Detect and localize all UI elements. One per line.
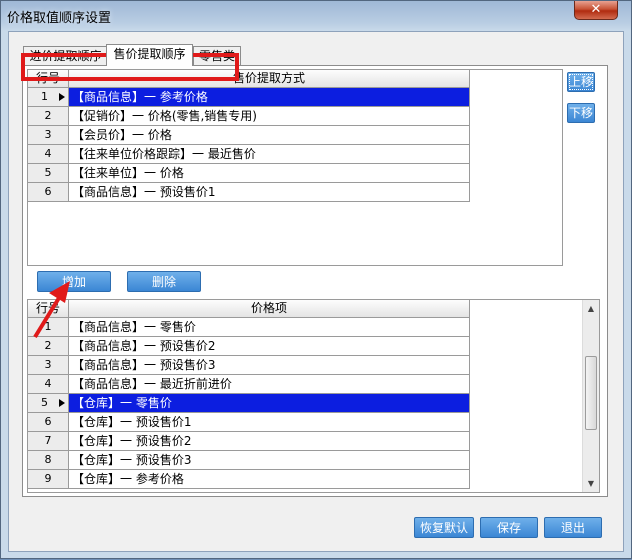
row-number: 1 [28, 318, 69, 337]
row-number: 3 [28, 126, 69, 145]
price-item-grid[interactable]: 行号 价格项 1 【商品信息】一 零售价 2 【商品信息】一 预设售价2 3 【商品信息】… [27, 299, 600, 493]
row-text: 【促销价】一 价格(零售,销售专用) [69, 107, 470, 126]
table-row[interactable]: 8 【仓库】一 预设售价3 [28, 451, 470, 470]
table-row[interactable]: 5 【仓库】一 零售价 [28, 394, 470, 413]
row-text: 【商品信息】一 预设售价1 [69, 183, 470, 202]
table-row[interactable]: 7 【仓库】一 预设售价2 [28, 432, 470, 451]
client-area: 进价提取顺序 售价提取顺序 零售类 行号 售价提取方式 1 【商品信息】一 参考价… [8, 31, 624, 552]
table-row[interactable]: 4 【商品信息】一 最近折前进价 [28, 375, 470, 394]
row-number: 9 [28, 470, 69, 489]
grid-header: 行号 价格项 [28, 300, 470, 318]
tab-panel: 行号 售价提取方式 1 【商品信息】一 参考价格 2 【促销价】一 价格(零售,销售专… [22, 65, 608, 497]
row-number: 8 [28, 451, 69, 470]
row-number: 5 [28, 164, 69, 183]
row-text: 【往来单位】一 价格 [69, 164, 470, 183]
row-text: 【商品信息】一 零售价 [69, 318, 470, 337]
table-row[interactable]: 3 【会员价】一 价格 [28, 126, 470, 145]
tab-purchase-price-order[interactable]: 进价提取顺序 [23, 46, 108, 65]
table-row[interactable]: 4 【往来单位价格跟踪】一 最近售价 [28, 145, 470, 164]
row-text: 【仓库】一 预设售价2 [69, 432, 470, 451]
row-text: 【仓库】一 预设售价1 [69, 413, 470, 432]
table-row[interactable]: 9 【仓库】一 参考价格 [28, 470, 470, 489]
table-row[interactable]: 5 【往来单位】一 价格 [28, 164, 470, 183]
sale-price-order-grid[interactable]: 行号 售价提取方式 1 【商品信息】一 参考价格 2 【促销价】一 价格(零售,销售专… [27, 69, 563, 266]
row-number: 5 [28, 394, 69, 413]
row-text: 【仓库】一 零售价 [69, 394, 470, 413]
scroll-up-icon[interactable]: ▲ [583, 300, 599, 317]
row-number: 4 [28, 375, 69, 394]
restore-default-button[interactable]: 恢复默认 [414, 517, 474, 538]
row-text: 【商品信息】一 预设售价2 [69, 337, 470, 356]
table-row[interactable]: 1 【商品信息】一 参考价格 [28, 88, 470, 107]
column-header-method: 售价提取方式 [69, 70, 470, 87]
row-text: 【往来单位价格跟踪】一 最近售价 [69, 145, 470, 164]
row-number: 6 [28, 413, 69, 432]
row-number: 4 [28, 145, 69, 164]
row-number: 2 [28, 107, 69, 126]
scroll-thumb[interactable] [585, 356, 597, 430]
column-header-price-item: 价格项 [69, 300, 470, 317]
row-text: 【仓库】一 预设售价3 [69, 451, 470, 470]
table-row[interactable]: 2 【促销价】一 价格(零售,销售专用) [28, 107, 470, 126]
table-row[interactable]: 1 【商品信息】一 零售价 [28, 318, 470, 337]
dialog-window: 价格取值顺序设置 ✕ 进价提取顺序 售价提取顺序 零售类 行号 售价提取方式 1… [0, 0, 632, 559]
close-icon[interactable]: ✕ [574, 1, 618, 20]
tab-retail[interactable]: 零售类 [193, 46, 241, 65]
row-text: 【会员价】一 价格 [69, 126, 470, 145]
grid-header: 行号 售价提取方式 [28, 70, 470, 88]
row-number: 7 [28, 432, 69, 451]
row-text: 【商品信息】一 预设售价3 [69, 356, 470, 375]
row-number: 2 [28, 337, 69, 356]
exit-button[interactable]: 退出 [544, 517, 602, 538]
vertical-scrollbar[interactable]: ▲ ▼ [582, 300, 599, 492]
window-title: 价格取值顺序设置 [7, 11, 112, 26]
row-text: 【商品信息】一 最近折前进价 [69, 375, 470, 394]
save-button[interactable]: 保存 [480, 517, 538, 538]
table-row[interactable]: 6 【仓库】一 预设售价1 [28, 413, 470, 432]
row-number: 3 [28, 356, 69, 375]
row-number: 6 [28, 183, 69, 202]
row-text: 【仓库】一 参考价格 [69, 470, 470, 489]
column-header-row-no: 行号 [28, 70, 69, 87]
scroll-down-icon[interactable]: ▼ [583, 475, 599, 492]
table-row[interactable]: 6 【商品信息】一 预设售价1 [28, 183, 470, 202]
table-row[interactable]: 3 【商品信息】一 预设售价3 [28, 356, 470, 375]
move-up-button[interactable]: 上移 [567, 72, 595, 92]
delete-button[interactable]: 删除 [127, 271, 201, 292]
move-down-button[interactable]: 下移 [567, 103, 595, 123]
table-row[interactable]: 2 【商品信息】一 预设售价2 [28, 337, 470, 356]
tab-sale-price-order[interactable]: 售价提取顺序 [106, 44, 193, 66]
column-header-row-no: 行号 [28, 300, 69, 317]
add-button[interactable]: 增加 [37, 271, 111, 292]
title-bar[interactable]: 价格取值顺序设置 ✕ [1, 1, 631, 29]
row-text: 【商品信息】一 参考价格 [69, 88, 470, 107]
row-number: 1 [28, 88, 69, 107]
